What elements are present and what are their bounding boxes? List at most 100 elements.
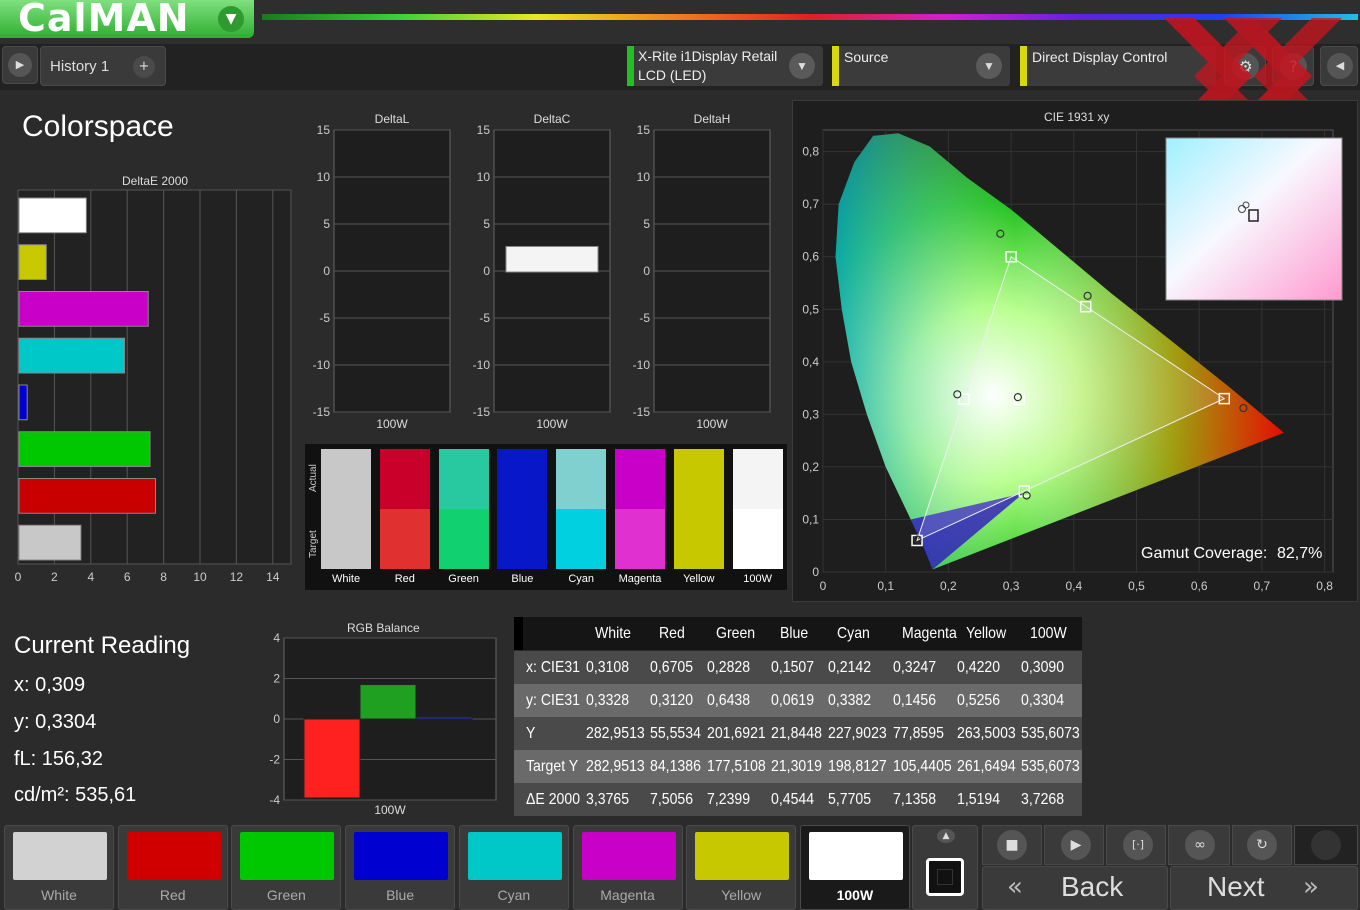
table-row: ΔE 2000 3,3765 7,5056 7,2399 0,4544 5,7705 7,1…	[514, 783, 1082, 816]
expand-button[interactable]: ▶	[2, 46, 38, 84]
patch-pair	[732, 449, 783, 569]
meter-label: X-Rite i1Display Retail	[638, 48, 778, 64]
delta-tick-label: 10	[637, 170, 651, 184]
deltae-bar	[18, 291, 149, 327]
deltae-bar	[18, 197, 87, 234]
actual-patch	[673, 449, 724, 509]
table-header-row: White Red Green Blue Cyan Magenta Yellow 100W	[514, 617, 1082, 650]
delta-tick-label: 5	[323, 217, 330, 231]
rgb-balance-chart: 4 2 0 -2 -4 100W	[269, 631, 497, 817]
rgb-tick-label: 0	[273, 712, 280, 726]
row-label: ΔE 2000	[526, 791, 581, 808]
tab-history-1[interactable]: History 1 +	[40, 46, 166, 86]
swatch-white[interactable]: White	[4, 825, 114, 910]
rgb-bar	[359, 684, 417, 720]
table-row: y: CIE31 0,3328 0,3120 0,6438 0,0619 0,3382 0,…	[514, 684, 1082, 717]
cie-y-tick: 0,6	[802, 250, 819, 264]
gamut-coverage-label: Gamut Coverage:	[1141, 545, 1268, 562]
patch-compare-panel: Actual Target White Red Green Blue Cyan …	[305, 444, 787, 590]
reading-y: y: 0,3304	[14, 711, 97, 733]
play-button[interactable]: ▶	[1044, 825, 1104, 865]
table-cell: 3,3765	[586, 791, 630, 808]
cie-y-tick: 0,3	[802, 407, 819, 421]
reading-fl: fL: 156,32	[14, 748, 103, 770]
patch-pair	[321, 449, 371, 569]
patch-name: Yellow	[683, 573, 715, 585]
rgb-tick-label: -4	[269, 793, 280, 807]
patch-pair	[556, 449, 607, 569]
patch-name: Cyan	[568, 573, 595, 585]
refresh-button[interactable]: ↻	[1232, 825, 1292, 865]
current-reading-title: Current Reading	[14, 632, 191, 659]
table-cell: 7,5056	[650, 791, 694, 808]
target-patch	[497, 509, 548, 569]
swatch-red[interactable]: Red	[117, 825, 228, 910]
table-cell: 0,3090	[1021, 659, 1065, 676]
swatch-100w[interactable]: 100W	[799, 825, 910, 910]
stop-button[interactable]: ■	[982, 825, 1042, 865]
rgb-tick-label: 4	[273, 631, 280, 645]
measurement-table: White Red Green Blue Cyan Magenta Yellow 100W x:…	[514, 617, 1082, 817]
delta-tick-label: -15	[313, 405, 331, 419]
table-header-cell: Yellow	[966, 625, 1007, 642]
target-patch	[379, 509, 430, 569]
deltae-chart: 0 2 4 6 8 10 12 14	[15, 189, 292, 584]
next-button[interactable]: Next »	[1170, 866, 1358, 910]
deltae-bar	[18, 431, 151, 467]
swatch-yellow[interactable]: Yellow	[686, 825, 797, 910]
row-label: Y	[526, 725, 536, 742]
deltae-bar	[18, 524, 82, 561]
display-status-bar	[1020, 46, 1027, 86]
back-label: Back	[1061, 871, 1124, 902]
delta-chart-title: DeltaL	[375, 112, 410, 126]
patch-pair	[497, 449, 548, 569]
continuous-button[interactable]: ∞	[1168, 825, 1230, 865]
delta-bar	[505, 246, 599, 273]
row-label: Target Y	[526, 758, 579, 775]
double-chevron-right-icon: »	[1303, 872, 1319, 902]
actual-patch	[615, 449, 665, 509]
table-cell: 55,5534	[650, 725, 701, 742]
back-button[interactable]: « Back	[982, 866, 1168, 910]
measure-button[interactable]: [·]	[1106, 825, 1166, 865]
delta-tick-label: 0	[643, 264, 650, 278]
table-cell: 201,6921	[707, 725, 766, 742]
swatch-cyan[interactable]: Cyan	[458, 825, 569, 910]
actual-patch	[379, 449, 430, 509]
meter-mode: LCD (LED)	[638, 67, 707, 83]
cie-y-tick: 0,1	[802, 512, 819, 526]
cie-y-tick: 0,8	[802, 145, 819, 159]
cie-x-tick: 0,8	[1316, 579, 1333, 593]
swatch-magenta[interactable]: Magenta	[572, 825, 683, 910]
table-header-cell: Magenta	[902, 625, 957, 642]
record-control[interactable]: ▲	[912, 825, 978, 910]
tab-label: History 1	[50, 58, 110, 75]
status-dot-icon	[1311, 830, 1341, 860]
swatch-label: Red	[159, 887, 186, 903]
swatch-label: Cyan	[497, 887, 531, 903]
target-patch	[556, 509, 607, 569]
target-patch	[321, 509, 371, 569]
actual-patch	[556, 449, 607, 509]
actual-patch	[732, 449, 783, 509]
source-dropdown[interactable]: Source ▼	[832, 46, 1010, 86]
table-cell: 535,6073	[1021, 758, 1080, 775]
patch-pair	[379, 449, 430, 569]
meter-dropdown[interactable]: X-Rite i1Display Retail LCD (LED) ▼	[627, 46, 823, 86]
stop-icon: ■	[997, 830, 1027, 860]
add-tab-button[interactable]: +	[133, 56, 155, 78]
table-cell: 7,2399	[707, 791, 751, 808]
swatch-blue[interactable]: Blue	[345, 825, 456, 910]
swatch-green[interactable]: Green	[231, 825, 342, 910]
table-row: Target Y 282,9513 84,1386 177,5108 21,3019 19…	[514, 750, 1082, 783]
deltae-tick-label: 4	[87, 570, 94, 584]
table-cell: 535,6073	[1021, 725, 1080, 742]
rgb-x-label: 100W	[374, 803, 406, 817]
calman-logo[interactable]: CalMAN ▼	[0, 0, 254, 40]
patch-pair	[438, 449, 489, 569]
page-title: Colorspace	[22, 110, 174, 143]
cie-y-tick: 0	[812, 565, 819, 579]
table-cell: 0,6438	[707, 692, 751, 709]
swatch-label: 100W	[836, 887, 874, 903]
actual-label: Actual	[308, 464, 319, 492]
